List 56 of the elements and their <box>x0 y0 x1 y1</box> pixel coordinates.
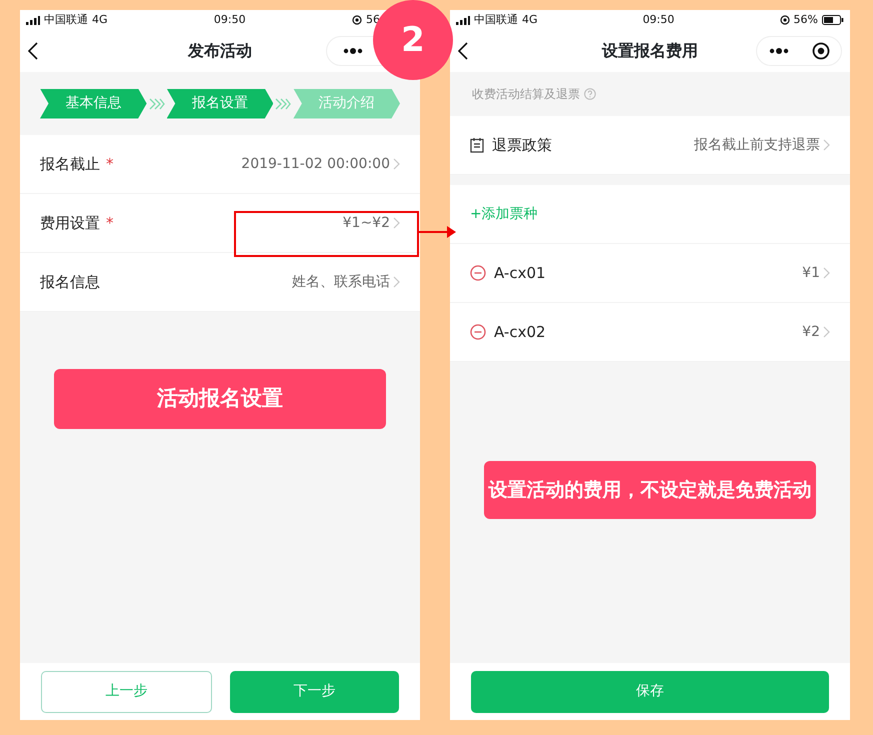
chevron-right-icon <box>393 276 400 288</box>
more-icon[interactable] <box>768 48 788 54</box>
chevron-right-icon <box>393 217 400 229</box>
chevron-right-icon <box>393 158 400 170</box>
network-type: 4G <box>522 12 538 28</box>
field-value[interactable]: 姓名、联系电话 <box>292 272 390 292</box>
required-mark: * <box>106 154 114 175</box>
rotation-lock-icon <box>352 15 362 25</box>
signal-icon <box>26 16 40 24</box>
clock-time: 09:50 <box>214 12 246 26</box>
carrier-name: 中国联通 <box>474 12 518 28</box>
clock-time: 09:50 <box>642 12 674 26</box>
double-chevron-icon <box>148 98 165 110</box>
document-icon <box>470 138 484 152</box>
rotation-lock-icon <box>780 15 790 25</box>
field-value[interactable]: 报名截止前支持退票 <box>694 134 820 156</box>
double-chevron-icon <box>275 98 292 110</box>
field-value[interactable]: 2019-11-02 00:00:00 <box>241 154 390 174</box>
field-label: 费用设置 <box>40 212 100 234</box>
required-mark: * <box>106 212 114 234</box>
ticket-name: A-cx01 <box>494 262 546 284</box>
ticket-price[interactable]: ¥1 <box>802 262 820 284</box>
remove-icon[interactable] <box>470 265 486 281</box>
page-title: 发布活动 <box>188 41 252 60</box>
network-type: 4G <box>92 12 108 28</box>
chevron-right-icon <box>823 139 830 151</box>
save-button[interactable]: 保存 <box>471 670 829 712</box>
section-header: 收费活动结算及退票 <box>472 86 580 103</box>
ticket-name: A-cx02 <box>494 322 546 343</box>
previous-step-button[interactable]: 上一步 <box>41 670 212 712</box>
add-ticket-link[interactable]: +添加票种 <box>470 204 538 224</box>
back-icon[interactable] <box>458 42 468 60</box>
ticket-price[interactable]: ¥2 <box>802 322 820 342</box>
step-tab[interactable]: 活动介绍 <box>293 88 400 118</box>
battery-icon <box>822 15 844 25</box>
carrier-name: 中国联通 <box>44 12 88 28</box>
callout-label: 设置活动的费用，不设定就是免费活动 <box>484 461 816 519</box>
arrow-icon <box>419 225 457 239</box>
step-tab[interactable]: 基本信息 <box>40 88 147 118</box>
field-label: 报名信息 <box>40 272 100 293</box>
page-title: 设置报名费用 <box>602 41 698 60</box>
field-label: 退票政策 <box>492 134 552 156</box>
field-label: 报名截止 <box>40 154 100 175</box>
signal-icon <box>456 16 470 24</box>
callout-label: 活动报名设置 <box>54 369 386 429</box>
close-target-icon[interactable] <box>812 42 830 60</box>
field-value[interactable]: ¥1~¥2 <box>342 212 390 234</box>
back-icon[interactable] <box>28 42 38 60</box>
chevron-right-icon <box>823 267 830 279</box>
chevron-right-icon <box>823 326 830 338</box>
remove-icon[interactable] <box>470 324 486 340</box>
step-tab[interactable]: 报名设置 <box>166 88 274 118</box>
help-icon <box>584 88 596 100</box>
battery-percent: 56% <box>794 12 818 28</box>
next-step-button[interactable]: 下一步 <box>230 670 399 712</box>
more-icon[interactable] <box>343 48 363 54</box>
